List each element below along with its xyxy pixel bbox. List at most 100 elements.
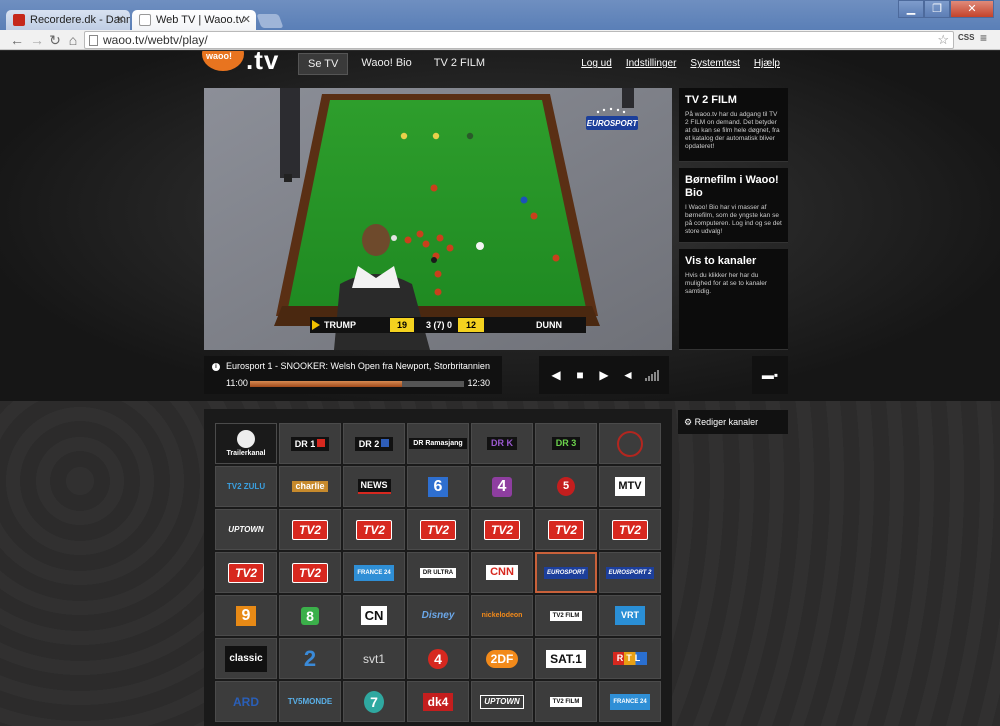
channel-tile-tv-2-charlie[interactable]: charlie	[279, 466, 341, 507]
side-box-bornefilm[interactable]: Børnefilm i Waoo! Bio I Waoo! Bio har vi…	[679, 168, 788, 243]
side-box-tv2-film[interactable]: TV 2 FILM På waoo.tv har du adgang til T…	[679, 88, 788, 162]
channel-tile-tv-2-regional-6[interactable]: TV2	[599, 509, 661, 550]
channel-tile-eurosport-2[interactable]: EUROSPORT 2	[599, 552, 661, 593]
channel-tile-nickelodeon[interactable]: nickelodeon	[471, 595, 533, 636]
channel-tile-tv-2-fri[interactable]: UPTOWN	[215, 509, 277, 550]
channel-tile-dr3[interactable]: DR 3	[535, 423, 597, 464]
channel-tile-dr-k[interactable]: DR K	[471, 423, 533, 464]
channel-tile-dr-ultra[interactable]: DR ULTRA	[407, 552, 469, 593]
channel-tile-tv-2-zulu[interactable]: TV2 ZULU	[215, 466, 277, 507]
settings-link[interactable]: Indstillinger	[626, 58, 677, 69]
channel-tile-sat-1[interactable]: SAT.1	[535, 638, 597, 679]
channel-logo: DR K	[487, 437, 517, 450]
minimize-icon[interactable]: ▁	[898, 0, 924, 18]
address-bar[interactable]: waoo.tv/webtv/play/ ☆	[84, 31, 954, 49]
channel-logo: FRANCE 24	[354, 564, 394, 581]
stop-icon[interactable]: ■	[571, 366, 589, 384]
channel-logo: TV2	[483, 519, 520, 540]
channel-tile-tv-2-regional-3[interactable]: TV2	[407, 509, 469, 550]
reload-icon[interactable]: ↻	[46, 31, 64, 49]
channel-tile-kanal-7[interactable]: 7	[343, 681, 405, 722]
channel-tile-eurosport-1[interactable]: EUROSPORT	[535, 552, 597, 593]
nav-waoo-bio[interactable]: Waoo! Bio	[352, 53, 420, 75]
side-box-text: Hvis du klikker her har du mulighed for …	[685, 272, 768, 295]
channel-logo: FRANCE 24	[610, 693, 650, 710]
video-player[interactable]: EUROSPORT TRUMP 19 3 (7) 0 12 DUNN	[204, 88, 672, 350]
channel-tile-cnn[interactable]: CNN	[471, 552, 533, 593]
channel-tile-tv4[interactable]: 4	[407, 638, 469, 679]
info-icon[interactable]: i	[212, 363, 220, 371]
channel-tile-vrt[interactable]: VRT	[599, 595, 661, 636]
channel-tile-cartoon-network[interactable]: CN	[343, 595, 405, 636]
channel-tile-kanal-9[interactable]: 9	[215, 595, 277, 636]
channel-logo: MTV	[615, 477, 645, 496]
channel-tile-kanal-6[interactable]: 6	[407, 466, 469, 507]
channel-tile-channel-seal[interactable]	[599, 423, 661, 464]
maximize-icon[interactable]: ❐	[924, 0, 950, 18]
close-tab-icon[interactable]: ✕	[242, 13, 251, 26]
channel-logo-text: UPTOWN	[484, 696, 520, 706]
channel-tile-dk4[interactable]: dk4	[407, 681, 469, 722]
forward-arrow-icon[interactable]: →	[28, 31, 46, 49]
channel-tile-dr1[interactable]: DR 1	[279, 423, 341, 464]
channel-tile-france-24[interactable]: FRANCE 24	[343, 552, 405, 593]
channel-tile-tv-2-regional-2[interactable]: TV2	[343, 509, 405, 550]
channel-tile-kanal-8[interactable]: 8	[279, 595, 341, 636]
channel-logo-text: TV2	[554, 522, 577, 537]
channel-tile-tv-2-news[interactable]: NEWS	[343, 466, 405, 507]
volume-icon[interactable]: ◄	[619, 366, 637, 384]
channel-tile-tv-2-film[interactable]: TV2 FILM	[535, 595, 597, 636]
close-window-icon[interactable]: ✕	[950, 0, 994, 18]
channel-logo-text: dk4	[427, 694, 449, 709]
channel-tile-tv-2-regional-4[interactable]: TV2	[471, 509, 533, 550]
nav-se-tv[interactable]: Se TV	[298, 53, 349, 75]
nav-tv2-film[interactable]: TV 2 FILM	[425, 53, 494, 75]
channel-accent	[317, 438, 326, 447]
channel-logo: EUROSPORT 2	[605, 566, 655, 579]
channel-tile-dr-ramasjang[interactable]: DR Ramasjang	[407, 423, 469, 464]
scoreboard: TRUMP 19 3 (7) 0 12 DUNN	[310, 317, 586, 333]
channel-tile-dr2[interactable]: DR 2	[343, 423, 405, 464]
channel-tile-tv-2-regional-1[interactable]: TV2	[279, 509, 341, 550]
channel-tile-uptown[interactable]: UPTOWN	[471, 681, 533, 722]
channel-tile-tv-2-regional-7[interactable]: TV2	[215, 552, 277, 593]
channel-tile-classic[interactable]: classic	[215, 638, 277, 679]
home-icon[interactable]: ⌂	[64, 31, 82, 49]
channel-tile-tv5-monde[interactable]: TV5MONDE	[279, 681, 341, 722]
new-tab-button[interactable]	[256, 14, 284, 28]
browser-tab-waoo[interactable]: Web TV | Waoo.tv ✕	[132, 10, 256, 30]
side-box-vis-to-kanaler[interactable]: Vis to kanaler Hvis du klikker her har d…	[679, 249, 788, 350]
channel-tile-tv-2-regional-8[interactable]: TV2	[279, 552, 341, 593]
channel-tile-tv-2-film-2[interactable]: TV2 FILM	[535, 681, 597, 722]
channel-tile-tv-2-regional-5[interactable]: TV2	[535, 509, 597, 550]
channel-logo-text: DR ULTRA	[422, 569, 454, 576]
channel-logo: Disney	[422, 610, 455, 621]
volume-level-icon[interactable]	[645, 369, 659, 381]
channel-tile-france-24-2[interactable]: FRANCE 24	[599, 681, 661, 722]
channel-tile-nrk2[interactable]: 2	[279, 638, 341, 679]
channel-logo-text: FRANCE 24	[357, 569, 391, 576]
channel-tile-kanal-5[interactable]: 5	[535, 466, 597, 507]
channel-tile-ard[interactable]: ARD	[215, 681, 277, 722]
channel-tile-disney-channel[interactable]: Disney	[407, 595, 469, 636]
channel-tile-kanal-4[interactable]: 4	[471, 466, 533, 507]
channel-tile-mtv[interactable]: MTV	[599, 466, 661, 507]
fullscreen-icon[interactable]: ▬▪	[752, 356, 788, 394]
browser-tab-recordere[interactable]: Recordere.dk - Danmarks ✕	[6, 10, 130, 30]
logout-link[interactable]: Log ud	[581, 58, 612, 69]
edit-channels-button[interactable]: ⚙ Rediger kanaler	[678, 410, 788, 434]
help-link[interactable]: Hjælp	[754, 58, 780, 69]
bookmark-star-icon[interactable]: ☆	[937, 32, 949, 48]
channel-tile-rtl[interactable]: RTL	[599, 638, 661, 679]
channel-tile-svt1[interactable]: svt1	[343, 638, 405, 679]
channel-tile-zdf[interactable]: 2DF	[471, 638, 533, 679]
close-tab-icon[interactable]: ✕	[116, 13, 125, 26]
back-arrow-icon[interactable]: ←	[8, 31, 26, 49]
css-extension-icon[interactable]: CSS	[958, 33, 974, 42]
menu-icon[interactable]: ≡	[980, 31, 987, 45]
next-arrow-icon[interactable]: ▶	[595, 366, 613, 384]
channel-tile-trailerkanal[interactable]: Trailerkanal	[215, 423, 277, 464]
previous-arrow-icon[interactable]: ◀	[547, 366, 565, 384]
systemtest-link[interactable]: Systemtest	[690, 58, 739, 69]
channel-logo: TV2	[419, 519, 456, 540]
